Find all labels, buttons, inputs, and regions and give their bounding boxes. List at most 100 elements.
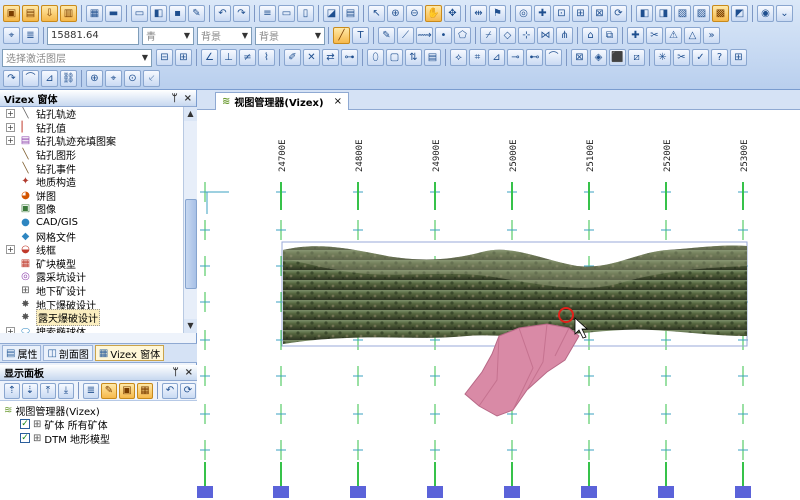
window-icon[interactable]: ▭ (278, 5, 295, 22)
pin-tool-icon[interactable]: ✚ (627, 27, 644, 44)
tree-item[interactable]: ╲ 钻孔图形 (0, 148, 183, 162)
layer-bottom-icon[interactable]: ⤓ (58, 382, 74, 399)
tree-item[interactable]: ◎ 露采坑设计 (0, 270, 183, 284)
tree-scrollbar[interactable]: ▲ ▼ (183, 107, 197, 333)
open-file-icon[interactable]: ◧ (150, 5, 167, 22)
expand-icon[interactable]: + (6, 136, 15, 146)
pan-hand-icon[interactable]: ✋ (425, 5, 442, 22)
scene-canvas[interactable]: 24700E 24800E 24900E 25000E 25100E 25200E 2530… (197, 110, 800, 500)
question-icon[interactable]: ? (711, 49, 728, 66)
display-layer-item[interactable]: ✓ ⊞ DTM 地形模型 (0, 431, 197, 446)
vertex-icon[interactable]: ⌿ (480, 27, 497, 44)
chart-icon[interactable]: ▥ (60, 5, 77, 22)
text-tool-icon[interactable]: T (352, 27, 369, 44)
layer-select[interactable]: 选择激活图层 ▼ (2, 48, 152, 67)
box-icon[interactable]: ▢ (386, 49, 403, 66)
reverse-icon[interactable]: ⇄ (322, 49, 339, 66)
angle-icon[interactable]: ∠ (201, 49, 218, 66)
cube-3d-icon[interactable]: ◩ (731, 5, 748, 22)
section-tool-icon[interactable]: ⧄ (628, 49, 645, 66)
join-icon[interactable]: ⊶ (341, 49, 358, 66)
layer-image-icon[interactable]: ▣ (119, 382, 135, 399)
expand-icon[interactable]: + (6, 245, 15, 255)
string-icon[interactable]: ⌇ (258, 49, 275, 66)
properties-tool-icon[interactable]: ▤ (342, 5, 359, 22)
pin-icon[interactable]: ᛘ (172, 93, 178, 104)
select-arrow-icon[interactable]: ↖ (368, 5, 385, 22)
tree-item[interactable]: ⊞ 地下矿设计 (0, 284, 183, 298)
mesh-icon[interactable]: ⊠ (571, 49, 588, 66)
tree-item[interactable]: ✦ 地质构造 (0, 175, 183, 189)
polygon-icon[interactable]: ⬠ (454, 27, 471, 44)
diamond-icon[interactable]: ◇ (499, 27, 516, 44)
vizex-viewport[interactable]: 24700E 24800E 24900E 25000E 25100E 25200E 2530… (197, 110, 800, 500)
eye-icon[interactable]: ◉ (757, 5, 774, 22)
panel-icon[interactable]: ▯ (297, 5, 314, 22)
trim-icon[interactable]: ⊸ (507, 49, 524, 66)
redo-icon[interactable]: ↷ (233, 5, 250, 22)
move-icon[interactable]: ✥ (444, 5, 461, 22)
draw-line-icon[interactable]: ╱ (333, 27, 350, 44)
snap-icon[interactable]: ⌖ (3, 27, 20, 44)
pin-icon[interactable]: ᛘ (173, 367, 179, 378)
undo-icon[interactable]: ↶ (214, 5, 231, 22)
cube-front-icon[interactable]: ◧ (636, 5, 653, 22)
layer-down-icon[interactable]: ⇣ (22, 382, 38, 399)
tree-item[interactable]: + ╲ 钻孔轨迹 (0, 107, 183, 121)
tree-item[interactable]: ✸ 露天爆破设计 (0, 309, 183, 327)
scroll-up-icon[interactable]: ▲ (184, 107, 197, 121)
fit-icon[interactable]: ⊞ (572, 5, 589, 22)
image-tool-icon[interactable]: ◪ (323, 5, 340, 22)
draw-icon[interactable]: ≠ (239, 49, 256, 66)
copy-icon[interactable]: ⧉ (601, 27, 618, 44)
flip-icon[interactable]: ⇅ (405, 49, 422, 66)
close-icon[interactable]: × (184, 93, 192, 104)
tree-item[interactable]: ◕ 饼图 (0, 189, 183, 203)
bezier-icon[interactable]: ⟿ (416, 27, 433, 44)
tree-item[interactable]: ▦ 矿块模型 (0, 257, 183, 271)
panel-tab[interactable]: ▦ Vizex 窗体 (94, 345, 165, 361)
rotate-icon[interactable]: ✚ (534, 5, 551, 22)
pencil-icon[interactable]: ✎ (378, 27, 395, 44)
layer-add-icon[interactable]: ⊞ (175, 49, 192, 66)
grid-icon[interactable]: ▦ (86, 5, 103, 22)
link-icon[interactable]: ⛓ (60, 70, 77, 87)
tree-item[interactable]: ▣ 图像 (0, 202, 183, 216)
more-icon[interactable]: » (703, 27, 720, 44)
layer-refresh-icon[interactable]: ⟳ (180, 382, 196, 399)
tree-item[interactable]: ╲ 钻孔事件 (0, 161, 183, 176)
layer-paint-icon[interactable]: ✎ (101, 382, 117, 399)
layer-tool-icon[interactable]: ⊟ (156, 49, 173, 66)
edit-string-icon[interactable]: ✐ (284, 49, 301, 66)
expand-icon[interactable]: + (6, 109, 15, 119)
layers-icon[interactable]: ≡ (259, 5, 276, 22)
sheet-icon[interactable]: ▤ (424, 49, 441, 66)
tag-icon[interactable]: ⌂ (582, 27, 599, 44)
expand-icon[interactable]: + (6, 326, 15, 333)
cube-side-icon[interactable]: ▧ (674, 5, 691, 22)
save-icon[interactable]: ▬ (105, 5, 122, 22)
dimension-icon[interactable]: ⊿ (41, 70, 58, 87)
zoom-out-icon[interactable]: ⊖ (406, 5, 423, 22)
zoom-icon[interactable]: ⊕ (387, 5, 404, 22)
layer-checkbox[interactable]: ✓ (20, 433, 30, 443)
background-combo-2[interactable]: 背景 ▼ (255, 26, 325, 45)
layer-grid-icon[interactable]: ▦ (137, 382, 153, 399)
zoom-box-icon[interactable]: ⊡ (553, 5, 570, 22)
refresh-icon[interactable]: ⟳ (610, 5, 627, 22)
load-icon[interactable]: ⇩ (41, 5, 58, 22)
tree-item[interactable]: + ▏ 钻孔值 (0, 121, 183, 135)
solid-icon[interactable]: ⬛ (609, 49, 626, 66)
layer-properties-icon[interactable]: ≣ (83, 382, 99, 399)
merge-icon[interactable]: ⋈ (537, 27, 554, 44)
expand-icon[interactable]: + (6, 122, 15, 132)
select-string-icon[interactable]: ⟡ (450, 49, 467, 66)
curve-icon[interactable]: ↷ (3, 70, 20, 87)
color-combo[interactable]: 青 ▼ (142, 26, 194, 45)
coordinate-input[interactable]: 15881.64 (47, 26, 139, 45)
save-file-icon[interactable]: ▪ (169, 5, 186, 22)
center-icon[interactable]: ⊕ (86, 70, 103, 87)
tree-item[interactable]: + ◒ 线框 (0, 243, 183, 257)
snap-mode-icon[interactable]: ⊙ (124, 70, 141, 87)
extend-icon[interactable]: ⊷ (526, 49, 543, 66)
